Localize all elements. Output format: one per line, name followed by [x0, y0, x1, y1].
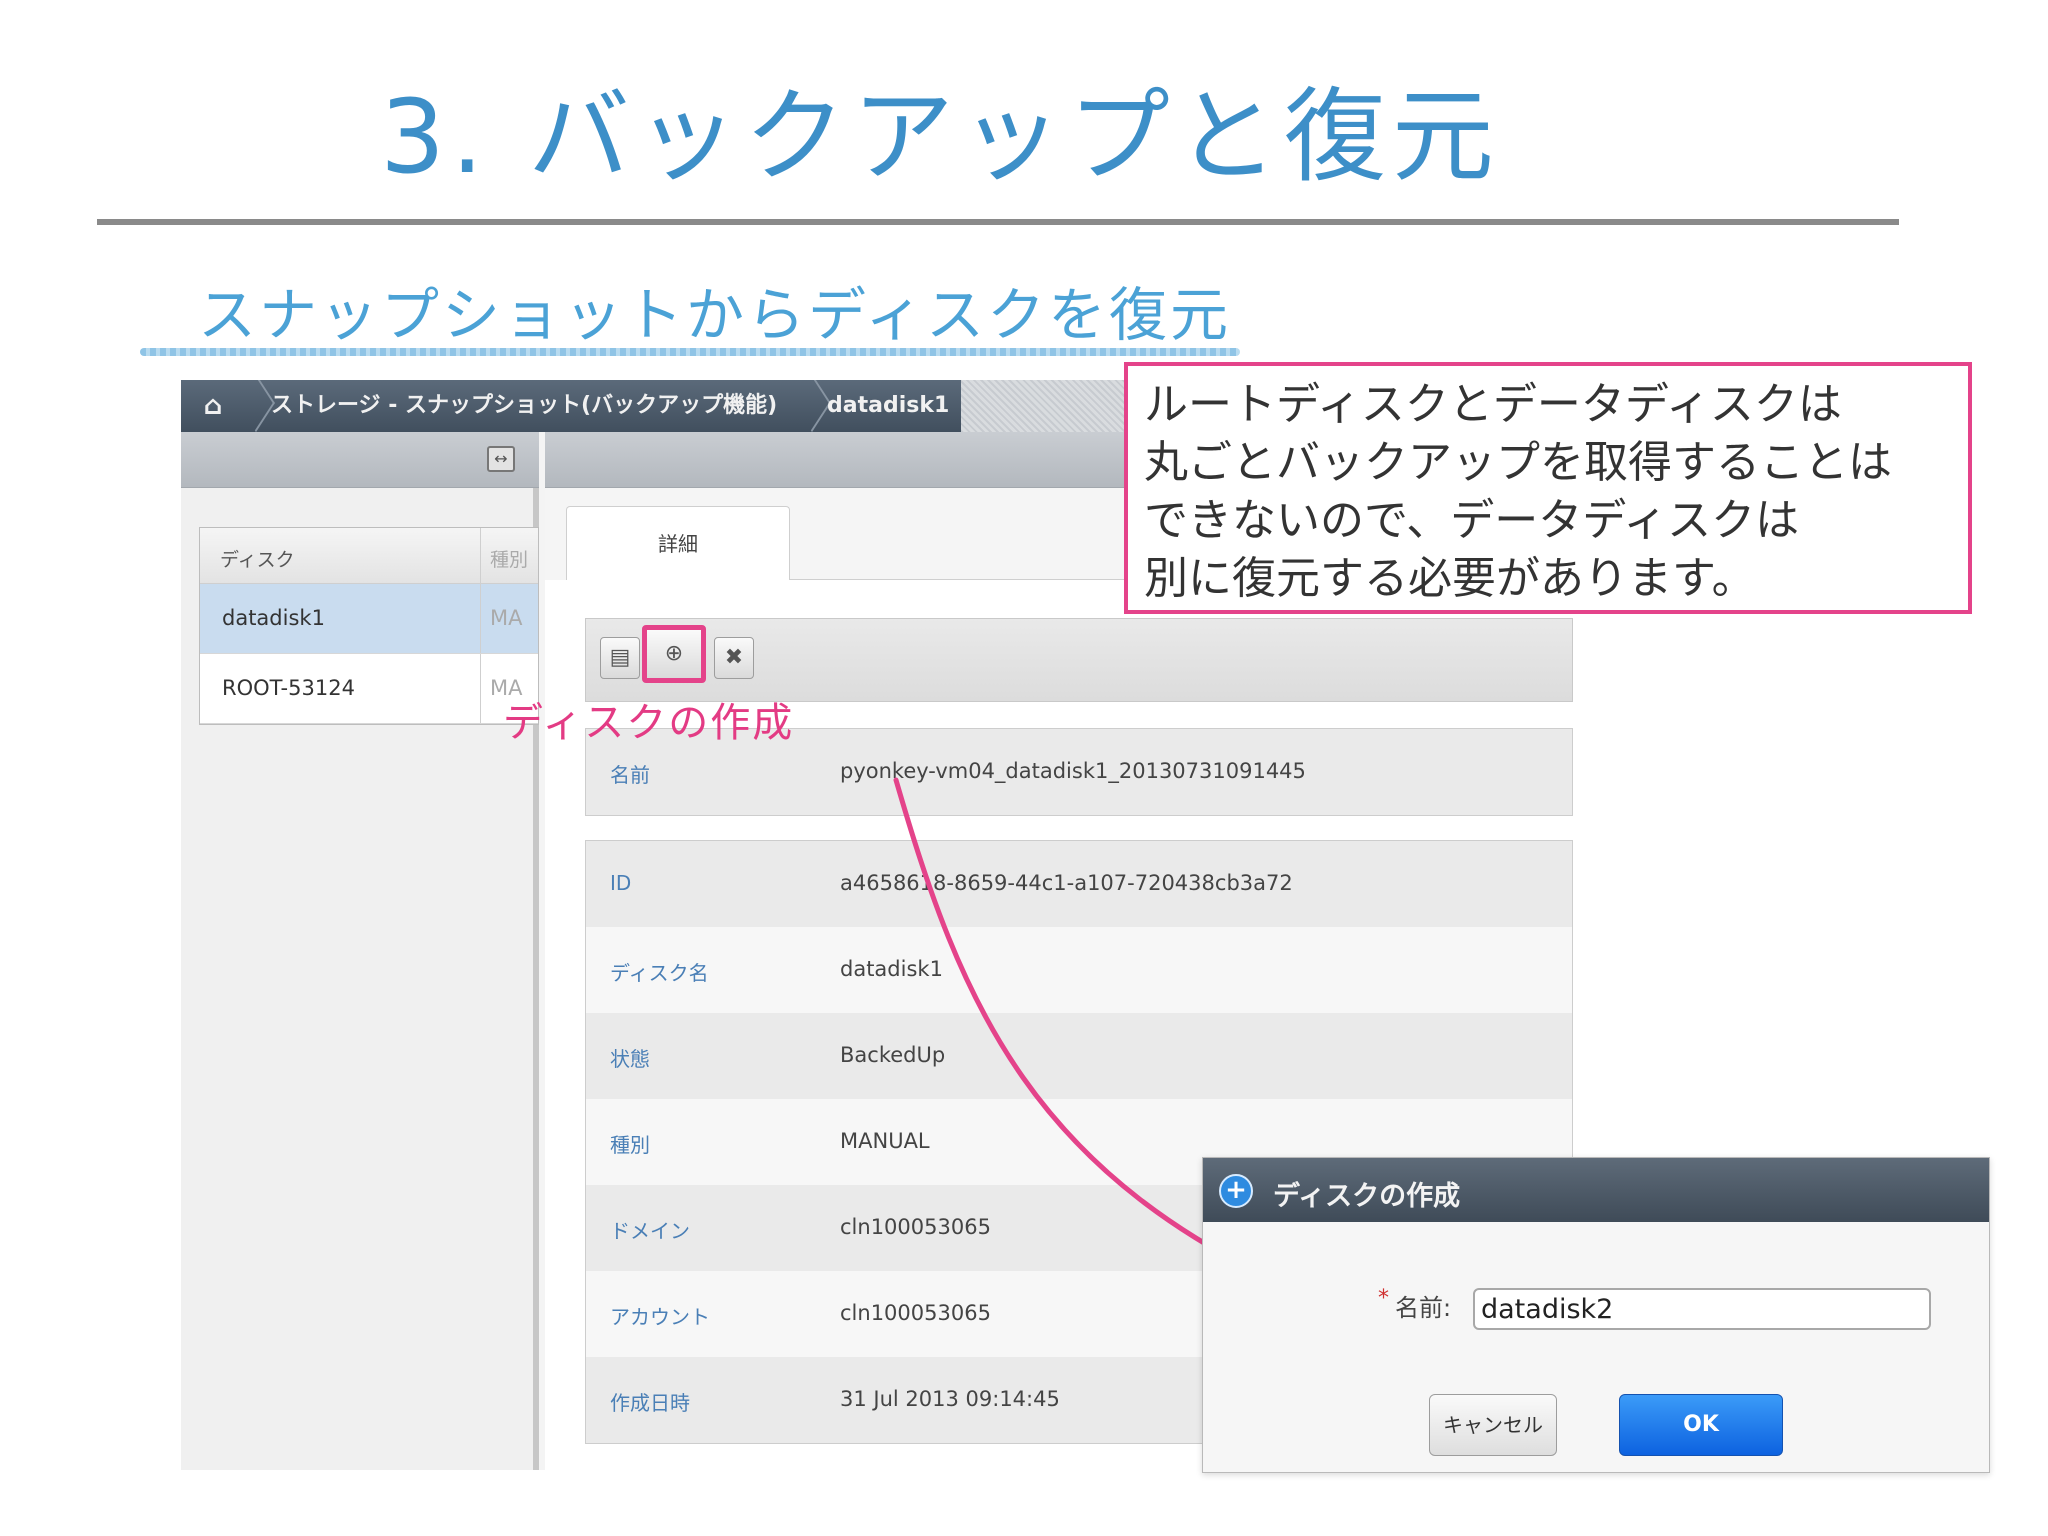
- snapshot-list-panel: ↔ ディスク 種別 datadisk1 MA ROOT-53124 MA: [181, 432, 539, 1470]
- callout-line: 別に復元する必要があります。: [1144, 553, 1756, 604]
- column-divider: [480, 654, 481, 723]
- required-mark: *: [1378, 1286, 1389, 1311]
- subtitle-underline: [140, 348, 1240, 356]
- table-header: ディスク 種別: [200, 528, 538, 584]
- tab-details[interactable]: 詳細: [566, 506, 790, 580]
- property-key: 作成日時: [610, 1391, 690, 1415]
- property-row: ID a4658618-8659-44c1-a107-720438cb3a72: [586, 841, 1572, 927]
- breadcrumb-item-disk[interactable]: datadisk1: [827, 380, 949, 432]
- disk-name: ROOT-53124: [222, 676, 355, 700]
- disk-name: datadisk1: [222, 606, 325, 630]
- close-icon[interactable]: ✖: [714, 637, 754, 679]
- property-key: 種別: [610, 1133, 650, 1157]
- property-value: cln100053065: [840, 1301, 991, 1325]
- dialog-header: + ディスクの作成: [1203, 1158, 1989, 1222]
- disk-type: MA: [490, 606, 523, 630]
- breadcrumb-separator: [239, 380, 259, 432]
- property-key: ディスク名: [610, 961, 709, 985]
- list-toolbar: ↔: [181, 432, 539, 488]
- table-row[interactable]: datadisk1 MA: [200, 584, 538, 654]
- create-disk-dialog: + ディスクの作成 * 名前: キャンセル OK: [1202, 1157, 1990, 1473]
- property-value: pyonkey-vm04_datadisk1_20130731091445: [840, 759, 1306, 783]
- table-row[interactable]: ROOT-53124 MA: [200, 654, 538, 724]
- name-label: 名前:: [1395, 1294, 1452, 1322]
- property-row: 状態 BackedUp: [586, 1013, 1572, 1099]
- property-value: datadisk1: [840, 957, 943, 981]
- property-key: ID: [610, 871, 632, 895]
- callout-line: ルートディスクとデータディスクは: [1144, 379, 1842, 430]
- column-divider: [480, 528, 481, 583]
- cancel-button[interactable]: キャンセル: [1429, 1394, 1557, 1456]
- home-icon[interactable]: ⌂: [195, 380, 231, 432]
- dialog-title: ディスクの作成: [1273, 1181, 1461, 1212]
- expand-icon[interactable]: ↔: [487, 446, 515, 472]
- create-disk-annotation: ディスクの作成: [503, 700, 795, 746]
- property-key: アカウント: [610, 1305, 710, 1329]
- property-value: a4658618-8659-44c1-a107-720438cb3a72: [840, 871, 1293, 895]
- add-circle-icon: +: [1219, 1174, 1253, 1208]
- create-disk-button[interactable]: ⊕: [642, 625, 706, 683]
- column-header-disk[interactable]: ディスク: [220, 545, 295, 572]
- column-divider: [480, 584, 481, 653]
- callout-line: できないので、データディスクは: [1144, 495, 1800, 546]
- column-header-type[interactable]: 種別: [490, 545, 528, 572]
- breadcrumb-separator: [795, 380, 815, 432]
- property-value: cln100053065: [840, 1215, 991, 1239]
- slide-title: 3. バックアップと復元: [380, 78, 1500, 197]
- property-value: 31 Jul 2013 09:14:45: [840, 1387, 1060, 1411]
- callout-note: ルートディスクとデータディスクは 丸ごとバックアップを取得することは できないの…: [1124, 362, 1972, 614]
- property-value: BackedUp: [840, 1043, 946, 1067]
- property-key: 状態: [610, 1047, 650, 1071]
- slide-subtitle: スナップショットからディスクを復元: [198, 281, 1231, 349]
- property-key: 名前: [610, 763, 650, 787]
- disk-table: ディスク 種別 datadisk1 MA ROOT-53124 MA: [199, 527, 539, 725]
- title-rule: [97, 219, 1899, 225]
- name-input[interactable]: [1473, 1288, 1931, 1330]
- ok-button[interactable]: OK: [1619, 1394, 1783, 1456]
- document-icon[interactable]: ▤: [600, 637, 640, 679]
- breadcrumb-item-storage[interactable]: ストレージ - スナップショット(バックアップ機能): [271, 380, 777, 432]
- property-row: ディスク名 datadisk1: [586, 927, 1572, 1013]
- property-value: MANUAL: [840, 1129, 930, 1153]
- callout-line: 丸ごとバックアップを取得することは: [1144, 437, 1892, 488]
- add-circle-icon: ⊕: [664, 641, 684, 666]
- property-key: ドメイン: [610, 1219, 690, 1243]
